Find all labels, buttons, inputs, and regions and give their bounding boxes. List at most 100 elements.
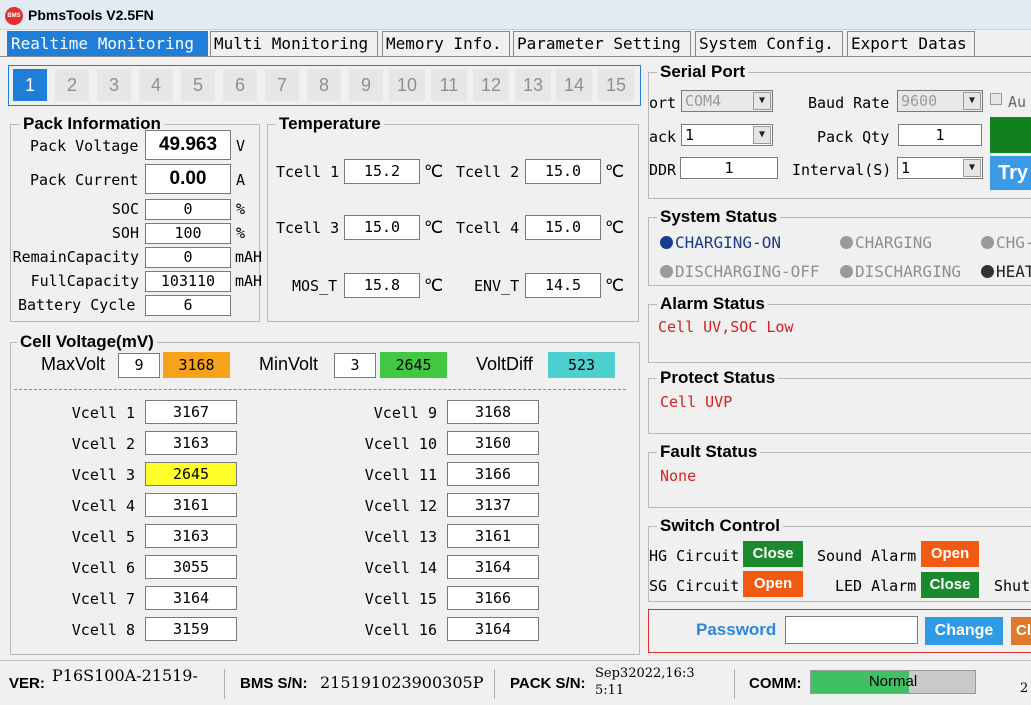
led-alarm-label: LED Alarm [835, 577, 917, 595]
pack-sn-line1: Sep32022,16:3 [595, 666, 695, 681]
max-volt-label: MaxVolt [41, 354, 106, 374]
remain-capacity-unit: mAH [235, 248, 263, 266]
pack-current-label: Pack Current [30, 171, 139, 189]
vcell10-label: Vcell 10 [364, 435, 437, 453]
status-dot-icon [981, 265, 994, 278]
soh-label: SOH [111, 224, 139, 242]
clear-button[interactable]: Cl [1011, 617, 1031, 645]
alarm-status-title: Alarm Status [657, 294, 768, 314]
vcell10-value: 3160 [447, 431, 539, 455]
tcell2-label: Tcell 2 [456, 163, 520, 181]
vcell13-label: Vcell 13 [364, 528, 437, 546]
soc-value: 0 [145, 199, 231, 220]
pack-select-value: 1 [685, 126, 695, 144]
sound-alarm-label: Sound Alarm [817, 547, 917, 565]
vcell11-label: Vcell 11 [364, 466, 437, 484]
discharge-circuit-button[interactable]: Open [743, 571, 803, 597]
page-button-11[interactable]: 11 [431, 69, 467, 101]
discharge-circuit-label: SG Circuit [649, 577, 740, 595]
comm-status-text: Normal [868, 673, 918, 690]
min-volt-value: 2645 [380, 352, 447, 378]
charge-circuit-button[interactable]: Close [743, 541, 803, 567]
pack-current-value: 0.00 [145, 164, 231, 194]
ver-label: VER: [9, 675, 45, 692]
status-chg: CHG- [981, 233, 1031, 252]
change-password-button[interactable]: Change [925, 617, 1003, 645]
vcell16-value: 3164 [447, 617, 539, 641]
max-volt-cell: 9 [118, 353, 160, 378]
status-extra: 2 [1020, 681, 1029, 696]
baud-rate-value: 9600 [901, 92, 938, 110]
address-input[interactable]: 1 [680, 157, 778, 179]
page-button-12[interactable]: 12 [473, 69, 509, 101]
status-discharging: DISCHARGING [840, 262, 961, 281]
vcell7-label: Vcell 7 [71, 590, 135, 608]
vcell15-label: Vcell 15 [364, 590, 437, 608]
auto-label: Au [1008, 93, 1027, 111]
page-button-3[interactable]: 3 [97, 69, 131, 101]
mos-temp-unit: ℃ [424, 276, 444, 296]
vcell1-label: Vcell 1 [71, 404, 135, 422]
tab-export-datas[interactable]: Export Datas [847, 31, 975, 56]
full-capacity-unit: mAH [235, 272, 263, 290]
status-chg-label: CHG- [996, 233, 1031, 252]
connect-button[interactable] [990, 117, 1031, 153]
page-button-14[interactable]: 14 [556, 69, 592, 101]
page-button-10[interactable]: 10 [389, 69, 425, 101]
page-button-7[interactable]: 7 [265, 69, 299, 101]
baud-rate-select[interactable]: 9600 ▼ [897, 90, 983, 112]
comm-label: COMM: [749, 675, 802, 692]
interval-select[interactable]: 1 ▼ [897, 157, 983, 179]
status-dot-icon [660, 265, 673, 278]
tcell4-value: 15.0 [525, 215, 601, 240]
vcell1-value: 3167 [145, 400, 237, 424]
vcell4-label: Vcell 4 [71, 497, 135, 515]
tab-parameter-setting[interactable]: Parameter Setting [513, 31, 691, 56]
full-capacity-label: FullCapacity [30, 272, 139, 290]
interval-select-value: 1 [901, 159, 911, 177]
serial-port-title: Serial Port [657, 62, 749, 82]
tab-memory-info[interactable]: Memory Info. [382, 31, 510, 56]
tab-multi-monitoring[interactable]: Multi Monitoring [210, 31, 378, 56]
page-button-9[interactable]: 9 [349, 69, 383, 101]
port-select[interactable]: COM4 ▼ [681, 90, 773, 112]
tcell4-unit: ℃ [605, 218, 625, 238]
tcell1-value: 15.2 [344, 159, 420, 184]
page-button-1[interactable]: 1 [13, 69, 47, 101]
port-label: ort [649, 94, 677, 112]
tab-system-config[interactable]: System Config. [695, 31, 843, 56]
vcell14-value: 3164 [447, 555, 539, 579]
page-button-15[interactable]: 15 [598, 69, 634, 101]
status-bar: VER: P16S100A-21519- BMS S/N: 2151910239… [0, 660, 1031, 705]
soc-label: SOC [111, 200, 139, 218]
password-input[interactable] [785, 616, 918, 644]
tcell1-unit: ℃ [424, 162, 444, 182]
bms-sn-label: BMS S/N: [240, 675, 308, 692]
min-volt-label: MinVolt [259, 354, 319, 374]
status-divider [734, 669, 735, 699]
vcell12-value: 3137 [447, 493, 539, 517]
page-button-13[interactable]: 13 [515, 69, 551, 101]
status-heat-label: HEAT [996, 262, 1031, 281]
pack-sn-label: PACK S/N: [510, 675, 586, 692]
volt-diff-label: VoltDiff [476, 354, 533, 374]
shutdown-label: Shut [994, 577, 1031, 595]
page-button-5[interactable]: 5 [181, 69, 215, 101]
status-charging-on: CHARGING-ON [660, 233, 781, 252]
led-alarm-button[interactable]: Close [921, 572, 979, 598]
page-button-4[interactable]: 4 [139, 69, 173, 101]
sound-alarm-button[interactable]: Open [921, 541, 979, 567]
pack-qty-input[interactable]: 1 [898, 124, 982, 146]
auto-checkbox[interactable] [990, 93, 1002, 105]
status-dot-icon [981, 236, 994, 249]
soh-unit: % [236, 224, 246, 242]
battery-cycle-value: 6 [145, 295, 231, 316]
try-button[interactable]: Try [990, 156, 1031, 190]
pack-select[interactable]: 1 ▼ [681, 124, 773, 146]
page-button-8[interactable]: 8 [307, 69, 341, 101]
status-discharging-off: DISCHARGING-OFF [660, 262, 820, 281]
page-button-2[interactable]: 2 [55, 69, 89, 101]
vcell15-value: 3166 [447, 586, 539, 610]
page-button-6[interactable]: 6 [223, 69, 257, 101]
tab-realtime-monitoring[interactable]: Realtime Monitoring [7, 31, 208, 56]
